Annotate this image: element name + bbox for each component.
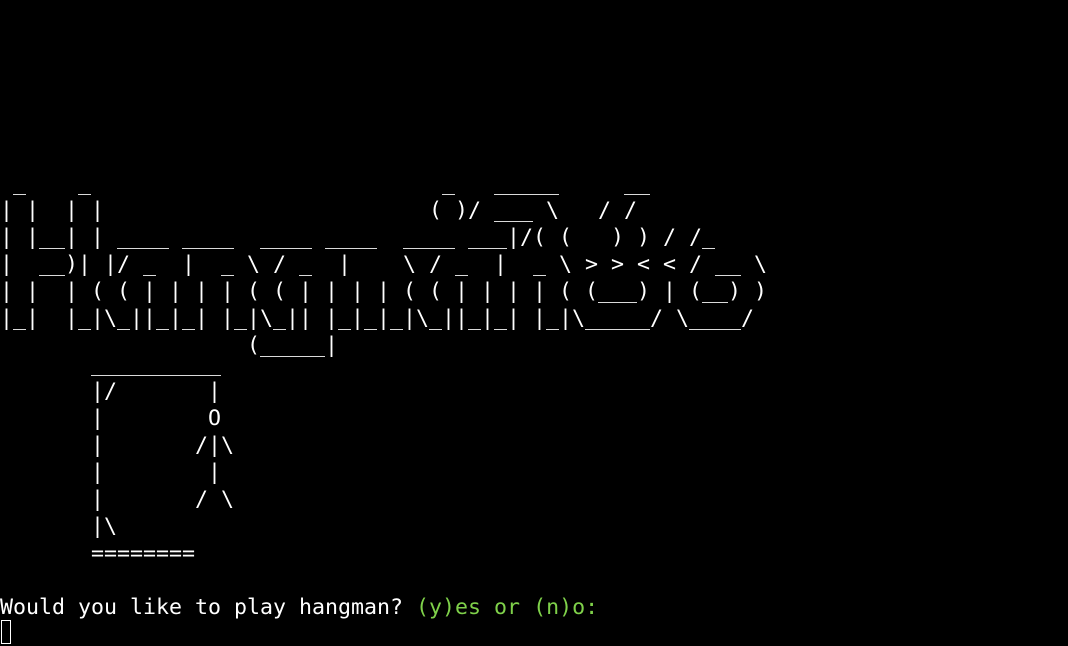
gallows-ascii-art: __________ |/ | | O | /|\ | | | / \ |\ =… <box>91 352 235 566</box>
terminal-window[interactable]: _ _ _ _____ __ | | | | ( )/ ___ \ / / | … <box>0 0 1068 646</box>
no-option: (n)o: <box>533 595 599 620</box>
option-separator: or <box>481 595 534 620</box>
hangman-title-ascii-art: _ _ _ _____ __ | | | | ( )/ ___ \ / / | … <box>0 171 768 358</box>
play-prompt: Would you like to play hangman? (y)es or… <box>0 594 598 621</box>
prompt-question: Would you like to play hangman? <box>0 595 417 620</box>
yes-option: (y)es <box>416 595 482 620</box>
input-cursor[interactable] <box>1 620 11 644</box>
